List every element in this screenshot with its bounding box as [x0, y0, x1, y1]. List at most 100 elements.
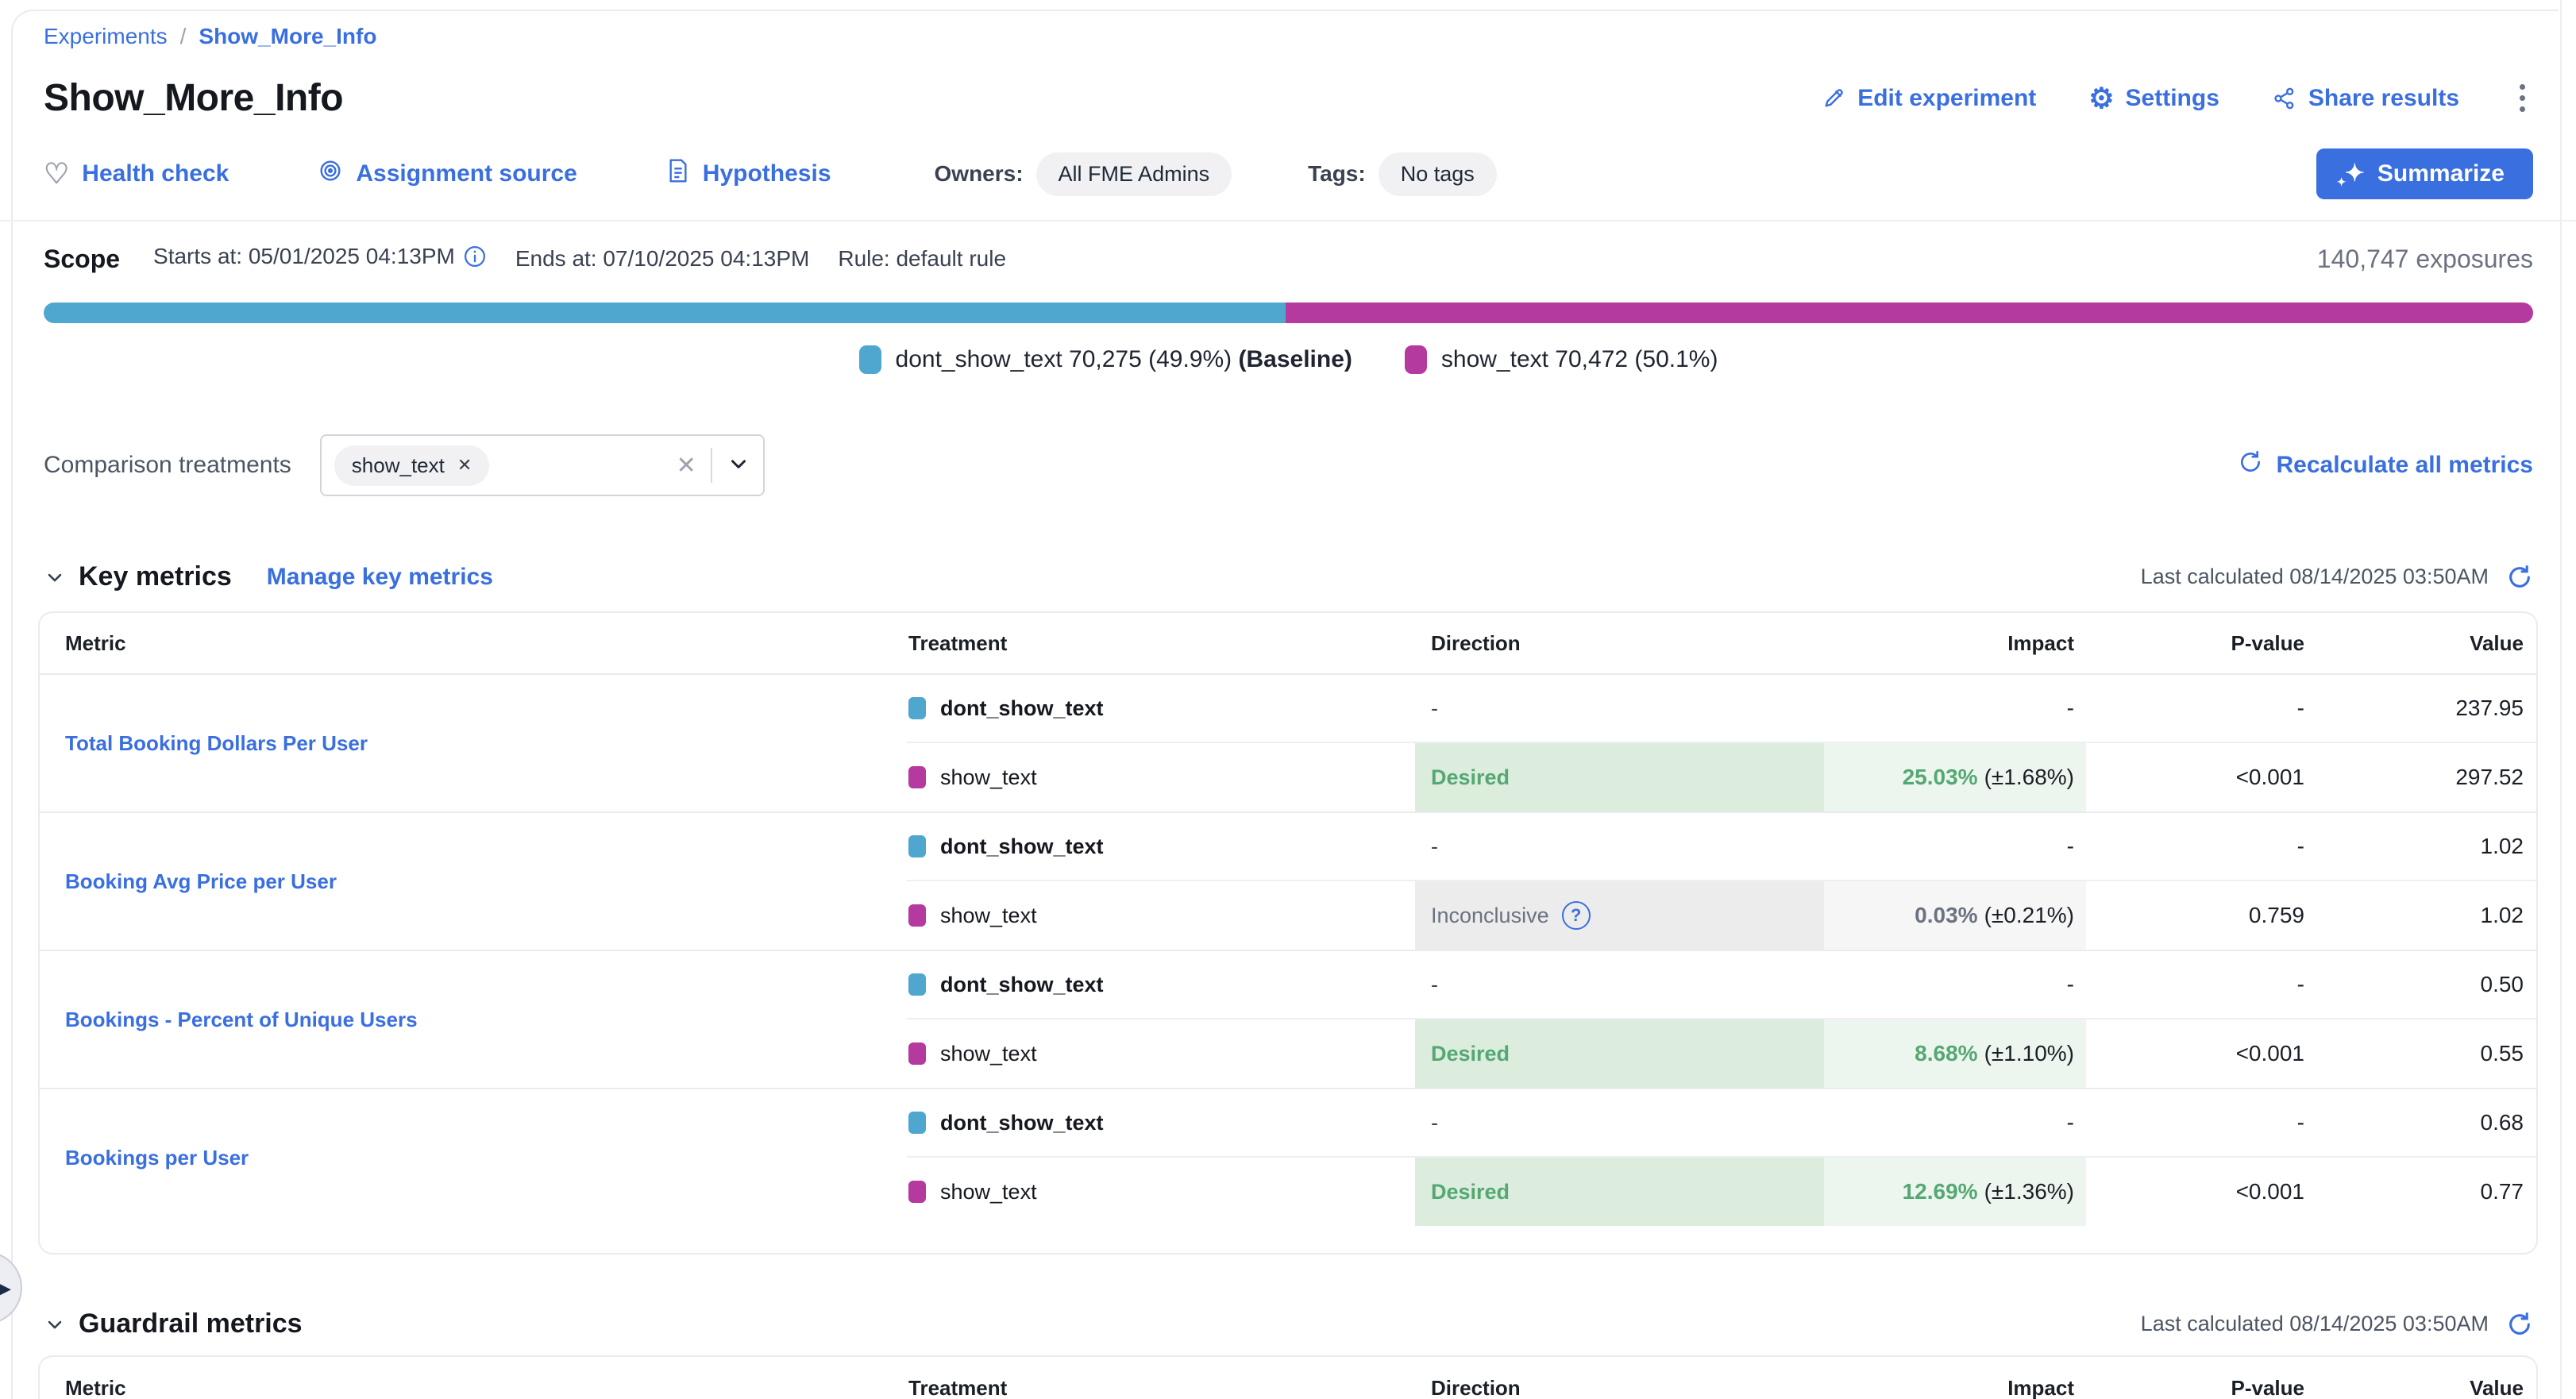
direction-cell: - — [1415, 1089, 1824, 1158]
baseline-swatch — [908, 697, 926, 719]
document-icon — [666, 158, 690, 190]
summarize-button[interactable]: ✦✦ Summarize — [2316, 148, 2533, 199]
p-value-cell: - — [2086, 951, 2312, 1019]
manage-key-metrics-link[interactable]: Manage key metrics — [267, 564, 493, 591]
guardrail-refresh-icon[interactable] — [2506, 1311, 2533, 1338]
metric-group: Booking Avg Price per User dont_show_tex… — [40, 811, 2536, 950]
health-check-link[interactable]: ♡ Health check — [44, 160, 229, 188]
metric-link[interactable]: Bookings per User — [65, 1146, 249, 1170]
guardrail-metrics-title: Guardrail metrics — [79, 1308, 303, 1339]
owners-label: Owners: — [935, 161, 1024, 187]
impact-cell: 12.69%(±1.36%) — [1824, 1158, 2086, 1226]
treatment-cell: show_text — [907, 1019, 1415, 1088]
guardrail-collapse-chevron-icon[interactable] — [44, 1313, 66, 1335]
select-clear-icon[interactable]: ✕ — [677, 452, 696, 480]
breadcrumb-experiments[interactable]: Experiments — [44, 24, 168, 49]
refresh-icon — [2238, 449, 2263, 481]
value-cell: 1.02 — [2312, 881, 2536, 950]
key-metrics-refresh-icon[interactable] — [2506, 564, 2533, 591]
direction-cell: - — [1415, 951, 1824, 1019]
assignment-source-link[interactable]: Assignment source — [318, 158, 577, 190]
tags-label: Tags: — [1308, 161, 1366, 187]
legend-item-treatment: show_text 70,472 (50.1%) — [1405, 345, 1718, 374]
hypothesis-link[interactable]: Hypothesis — [666, 158, 831, 190]
treatment-cell: dont_show_text — [907, 951, 1415, 1019]
treatment-cell: dont_show_text — [907, 675, 1415, 743]
metric-group: Bookings per User dont_show_text - - - 0… — [40, 1088, 2536, 1226]
direction-cell: Inconclusive? — [1415, 881, 1824, 950]
share-icon — [2272, 86, 2297, 111]
legend-item-baseline: dont_show_text 70,275 (49.9%) (Baseline) — [859, 345, 1352, 374]
direction-cell: Desired — [1415, 743, 1824, 811]
scope-title: Scope — [44, 245, 120, 274]
header-divider — [0, 220, 2576, 222]
allocation-legend: dont_show_text 70,275 (49.9%) (Baseline)… — [44, 345, 2533, 374]
treatment-cell: show_text — [907, 881, 1415, 950]
owners-chip[interactable]: All FME Admins — [1036, 152, 1232, 196]
more-options-button[interactable] — [2512, 79, 2533, 117]
comparison-treatments-label: Comparison treatments — [44, 452, 291, 479]
breadcrumb-current[interactable]: Show_More_Info — [199, 24, 376, 49]
treatment-swatch — [908, 904, 926, 927]
chip-remove-icon[interactable]: ✕ — [457, 455, 472, 476]
allocation-treatment-segment — [1286, 303, 2533, 323]
value-cell: 0.50 — [2312, 951, 2536, 1019]
p-value-cell: - — [2086, 813, 2312, 881]
metric-group: Bookings - Percent of Unique Users dont_… — [40, 950, 2536, 1088]
treatment-cell: dont_show_text — [907, 813, 1415, 881]
key-metrics-title: Key metrics — [79, 561, 232, 592]
share-results-button[interactable]: Share results — [2272, 85, 2459, 112]
key-metrics-collapse-chevron-icon[interactable] — [44, 566, 66, 588]
heart-icon: ♡ — [44, 160, 69, 188]
value-cell: 0.77 — [2312, 1158, 2536, 1226]
pencil-icon — [1821, 86, 1846, 111]
direction-cell: Desired — [1415, 1158, 1824, 1226]
edit-experiment-button[interactable]: Edit experiment — [1821, 85, 2036, 112]
breadcrumb-separator: / — [180, 24, 187, 49]
target-icon — [318, 158, 343, 190]
treatment-cell: show_text — [907, 743, 1415, 811]
tags-chip[interactable]: No tags — [1379, 152, 1497, 196]
comparison-treatments-select[interactable]: show_text ✕ ✕ — [320, 434, 765, 496]
p-value-cell: 0.759 — [2086, 881, 2312, 950]
metric-link[interactable]: Total Booking Dollars Per User — [65, 731, 368, 756]
impact-cell: - — [1824, 951, 2086, 1019]
allocation-baseline-segment — [44, 303, 1286, 323]
p-value-cell: <0.001 — [2086, 743, 2312, 811]
scope-starts: Starts at: 05/01/2025 04:13PM — [153, 244, 487, 274]
scope-rule: Rule: default rule — [838, 246, 1006, 272]
p-value-cell: - — [2086, 1089, 2312, 1158]
key-metrics-last-calculated: Last calculated 08/14/2025 03:50AM — [2141, 565, 2489, 589]
header-actions: Edit experiment ⚙ Settings Share results — [1821, 79, 2533, 117]
exposures-count: 140,747 exposures — [2317, 245, 2533, 274]
impact-cell: - — [1824, 813, 2086, 881]
info-icon[interactable] — [463, 245, 487, 274]
value-cell: 297.52 — [2312, 743, 2536, 811]
direction-cell: - — [1415, 813, 1824, 881]
treatment-swatch — [908, 766, 926, 788]
recalculate-all-metrics-button[interactable]: Recalculate all metrics — [2238, 449, 2533, 481]
gear-icon: ⚙ — [2088, 84, 2114, 113]
treatment-cell: show_text — [907, 1158, 1415, 1226]
metric-link[interactable]: Booking Avg Price per User — [65, 869, 337, 894]
value-cell: 237.95 — [2312, 675, 2536, 743]
impact-cell: - — [1824, 675, 2086, 743]
settings-button[interactable]: ⚙ Settings — [2088, 84, 2219, 113]
impact-cell: 25.03%(±1.68%) — [1824, 743, 2086, 811]
chevron-down-icon[interactable] — [727, 452, 750, 480]
treatment-cell: dont_show_text — [907, 1089, 1415, 1158]
value-cell: 0.55 — [2312, 1019, 2536, 1088]
baseline-swatch — [908, 835, 926, 858]
baseline-swatch — [908, 973, 926, 996]
treatment-chip[interactable]: show_text ✕ — [334, 445, 490, 486]
treatment-swatch — [908, 1043, 926, 1065]
metric-link[interactable]: Bookings - Percent of Unique Users — [65, 1008, 418, 1032]
impact-cell: 0.03%(±0.21%) — [1824, 881, 2086, 950]
help-icon[interactable]: ? — [1562, 901, 1591, 930]
treatment-swatch — [1405, 345, 1427, 374]
p-value-cell: - — [2086, 675, 2312, 743]
treatment-swatch — [908, 1181, 926, 1203]
scope-ends: Ends at: 07/10/2025 04:13PM — [515, 246, 810, 272]
baseline-swatch — [908, 1112, 926, 1134]
direction-cell: Desired — [1415, 1019, 1824, 1088]
